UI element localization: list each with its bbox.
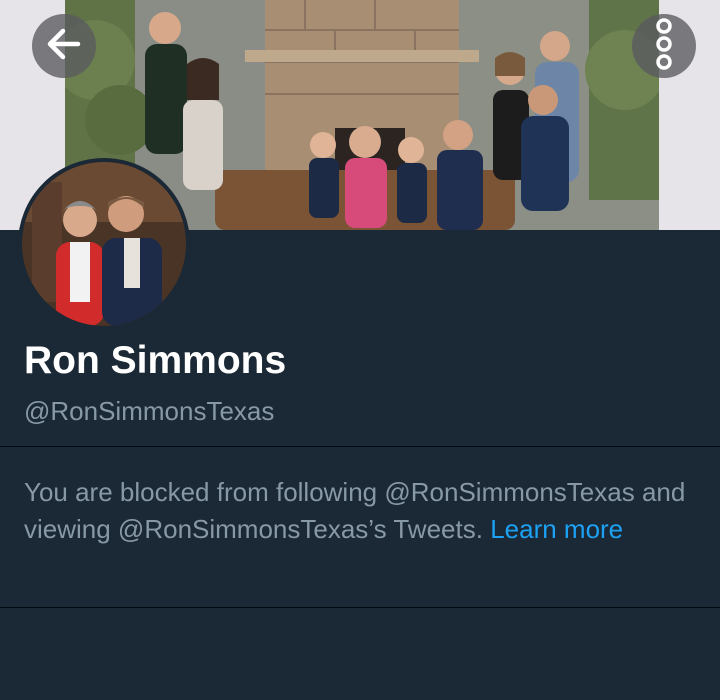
- more-vertical-icon: [652, 16, 676, 77]
- divider: [0, 607, 720, 608]
- blocked-notice: You are blocked from following @RonSimmo…: [24, 474, 704, 548]
- more-options-button[interactable]: [632, 14, 696, 78]
- back-button[interactable]: [32, 14, 96, 78]
- divider: [0, 446, 720, 447]
- profile-name: Ron Simmons: [24, 339, 287, 382]
- learn-more-link[interactable]: Learn more: [490, 514, 623, 544]
- avatar[interactable]: [18, 158, 190, 330]
- profile-handle: @RonSimmonsTexas: [24, 396, 275, 426]
- arrow-left-icon: [42, 22, 86, 71]
- profile-screen: Ron Simmons @RonSimmonsTexas You are blo…: [0, 0, 720, 700]
